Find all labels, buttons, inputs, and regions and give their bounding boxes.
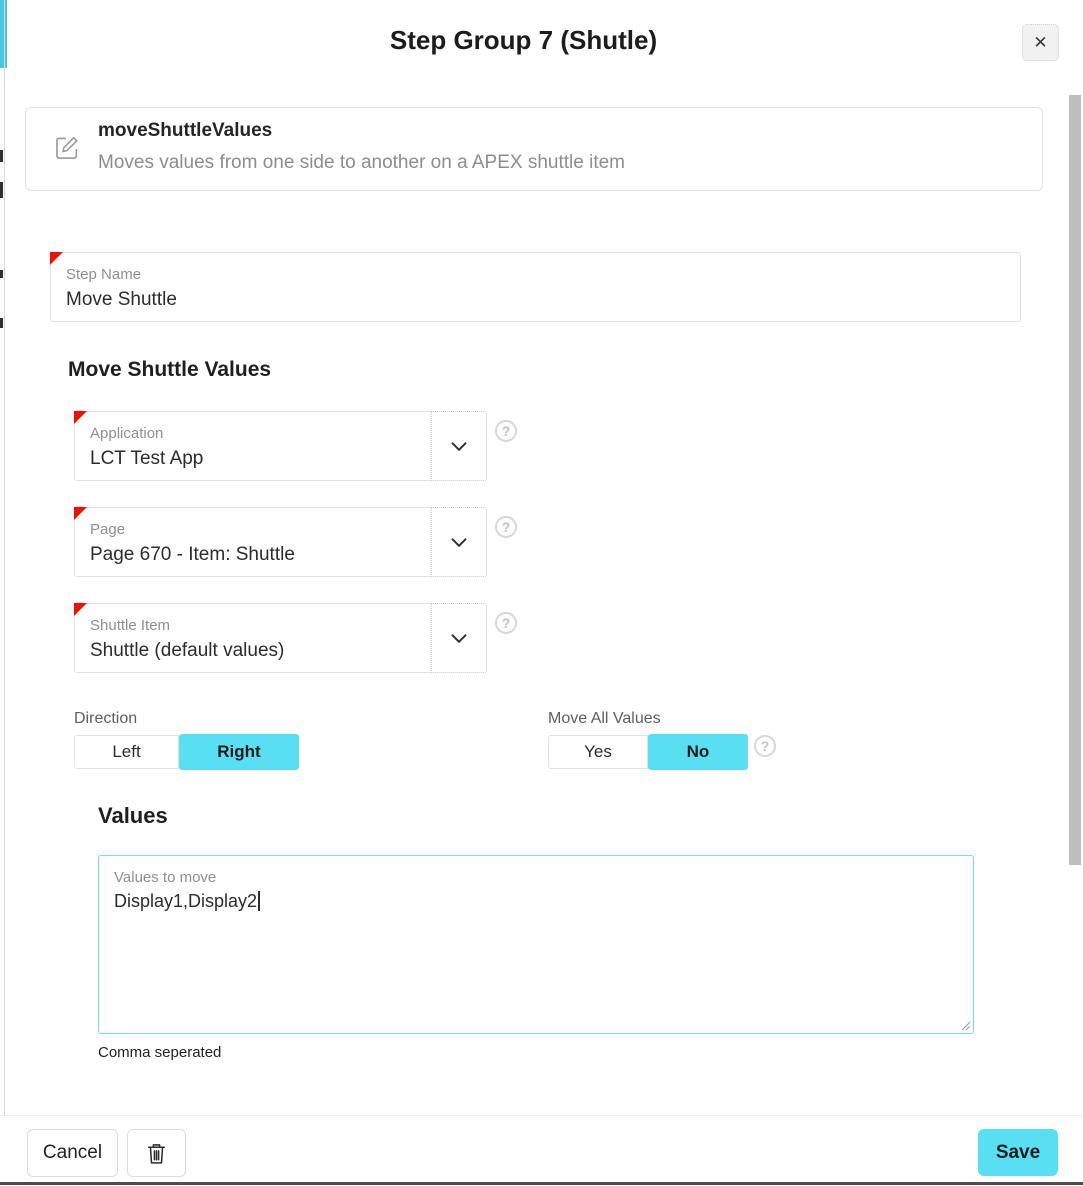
text-cursor bbox=[258, 891, 260, 911]
required-marker bbox=[74, 411, 87, 424]
move-all-option-yes[interactable]: Yes bbox=[548, 735, 648, 769]
cancel-button[interactable]: Cancel bbox=[27, 1129, 118, 1177]
step-name-value: Move Shuttle bbox=[66, 289, 177, 311]
command-info-card: moveShuttleValues Moves values from one … bbox=[25, 107, 1043, 191]
close-icon: ✕ bbox=[1033, 33, 1047, 53]
shuttle-item-label: Shuttle Item bbox=[90, 617, 170, 634]
application-value: LCT Test App bbox=[90, 448, 203, 470]
required-marker bbox=[74, 507, 87, 520]
required-marker bbox=[74, 603, 87, 616]
page-select[interactable]: Page Page 670 - Item: Shuttle bbox=[74, 507, 487, 577]
direction-option-right[interactable]: Right bbox=[179, 734, 299, 770]
values-to-move-label: Values to move bbox=[114, 869, 216, 886]
move-all-values-label: Move All Values bbox=[548, 710, 661, 728]
chevron-down-icon bbox=[446, 529, 472, 555]
save-button[interactable]: Save bbox=[978, 1129, 1058, 1176]
delete-button[interactable] bbox=[127, 1129, 186, 1177]
trash-icon bbox=[144, 1141, 169, 1166]
page-value: Page 670 - Item: Shuttle bbox=[90, 544, 295, 566]
help-glyph: ? bbox=[502, 423, 511, 439]
close-button[interactable]: ✕ bbox=[1022, 24, 1059, 61]
values-heading: Values bbox=[98, 803, 168, 829]
help-glyph: ? bbox=[502, 519, 511, 535]
background-artifact bbox=[0, 182, 3, 198]
background-artifact bbox=[0, 270, 3, 278]
values-to-move-value: Display1,Display2 bbox=[114, 891, 260, 912]
step-name-field[interactable]: Step Name Move Shuttle bbox=[50, 252, 1021, 322]
textarea-text: Display1,Display2 bbox=[114, 891, 257, 911]
shuttle-item-dropdown-button[interactable] bbox=[431, 603, 487, 673]
bottom-edge-line bbox=[0, 1182, 1083, 1185]
shuttle-item-value: Shuttle (default values) bbox=[90, 640, 284, 662]
scrollbar-thumb[interactable] bbox=[1069, 95, 1081, 865]
modal-footer: Cancel Save bbox=[0, 1115, 1083, 1186]
help-icon[interactable]: ? bbox=[495, 516, 517, 538]
page-label: Page bbox=[90, 521, 125, 538]
move-all-option-no[interactable]: No bbox=[648, 734, 748, 770]
help-icon[interactable]: ? bbox=[495, 420, 517, 442]
command-name: moveShuttleValues bbox=[98, 120, 272, 142]
page-dropdown-button[interactable] bbox=[431, 507, 487, 577]
direction-label: Direction bbox=[74, 710, 137, 728]
application-dropdown-button[interactable] bbox=[431, 411, 487, 481]
values-to-move-textarea[interactable]: Values to move Display1,Display2 bbox=[98, 855, 974, 1034]
left-edge-line bbox=[4, 0, 5, 1186]
help-icon[interactable]: ? bbox=[754, 735, 776, 757]
application-label: Application bbox=[90, 425, 163, 442]
comma-separated-hint: Comma seperated bbox=[98, 1044, 221, 1061]
resize-handle-icon[interactable] bbox=[960, 1020, 971, 1031]
direction-option-left[interactable]: Left bbox=[74, 735, 179, 769]
command-description: Moves values from one side to another on… bbox=[98, 152, 625, 174]
background-artifact bbox=[0, 318, 3, 328]
modal-title: Step Group 7 (Shutle) bbox=[0, 25, 1047, 56]
edit-icon bbox=[53, 134, 81, 162]
section-heading: Move Shuttle Values bbox=[68, 358, 271, 382]
required-marker bbox=[50, 252, 63, 265]
chevron-down-icon bbox=[446, 433, 472, 459]
application-select[interactable]: Application LCT Test App bbox=[74, 411, 487, 481]
chevron-down-icon bbox=[446, 625, 472, 651]
shuttle-item-select[interactable]: Shuttle Item Shuttle (default values) bbox=[74, 603, 487, 673]
help-glyph: ? bbox=[761, 738, 770, 754]
help-glyph: ? bbox=[502, 615, 511, 631]
background-artifact bbox=[0, 150, 3, 162]
help-icon[interactable]: ? bbox=[495, 612, 517, 634]
step-name-label: Step Name bbox=[66, 266, 141, 283]
